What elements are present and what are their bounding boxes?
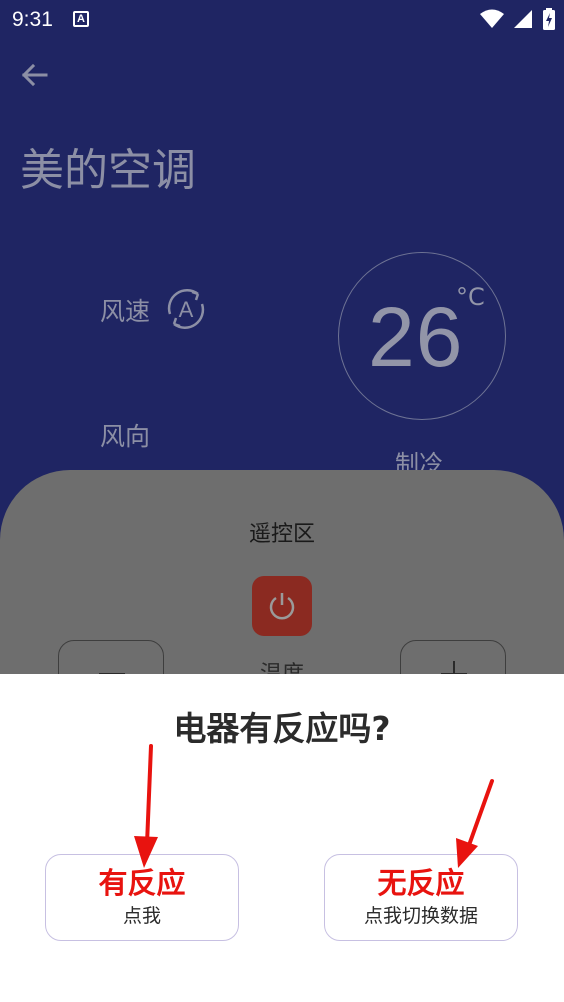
status-icons [476,8,556,30]
status-bar: 9:31 A [0,0,564,40]
auto-cycle-icon[interactable]: A [162,286,210,332]
wind-speed-label[interactable]: 风速 [100,292,150,328]
no-response-label: 无反应 [377,866,465,900]
arrow-left-icon [21,63,48,87]
wind-direction-label[interactable]: 风向 [100,417,150,453]
temperature-unit: °C [456,283,485,311]
back-button[interactable] [18,58,52,92]
has-response-label: 有反应 [98,866,186,900]
page-title: 美的空调 [20,145,196,196]
has-response-sublabel: 点我 [122,905,161,927]
auto-letter: A [179,297,194,322]
remote-title: 遥控区 [248,522,315,547]
battery-charging-icon [543,8,555,30]
temperature-value: 26 [368,290,464,384]
dialog-title: 电器有反应吗? [173,709,391,748]
power-button[interactable] [252,576,312,636]
red-pointer-arrow-icon [134,744,158,868]
no-response-sublabel: 点我切换数据 [363,905,478,927]
status-time: 9:31 [12,8,53,31]
wifi-icon [479,9,504,28]
notification-a-icon: A [73,11,89,27]
power-icon [269,593,295,620]
red-pointer-arrow-icon [456,779,494,868]
signal-icon [513,10,532,28]
